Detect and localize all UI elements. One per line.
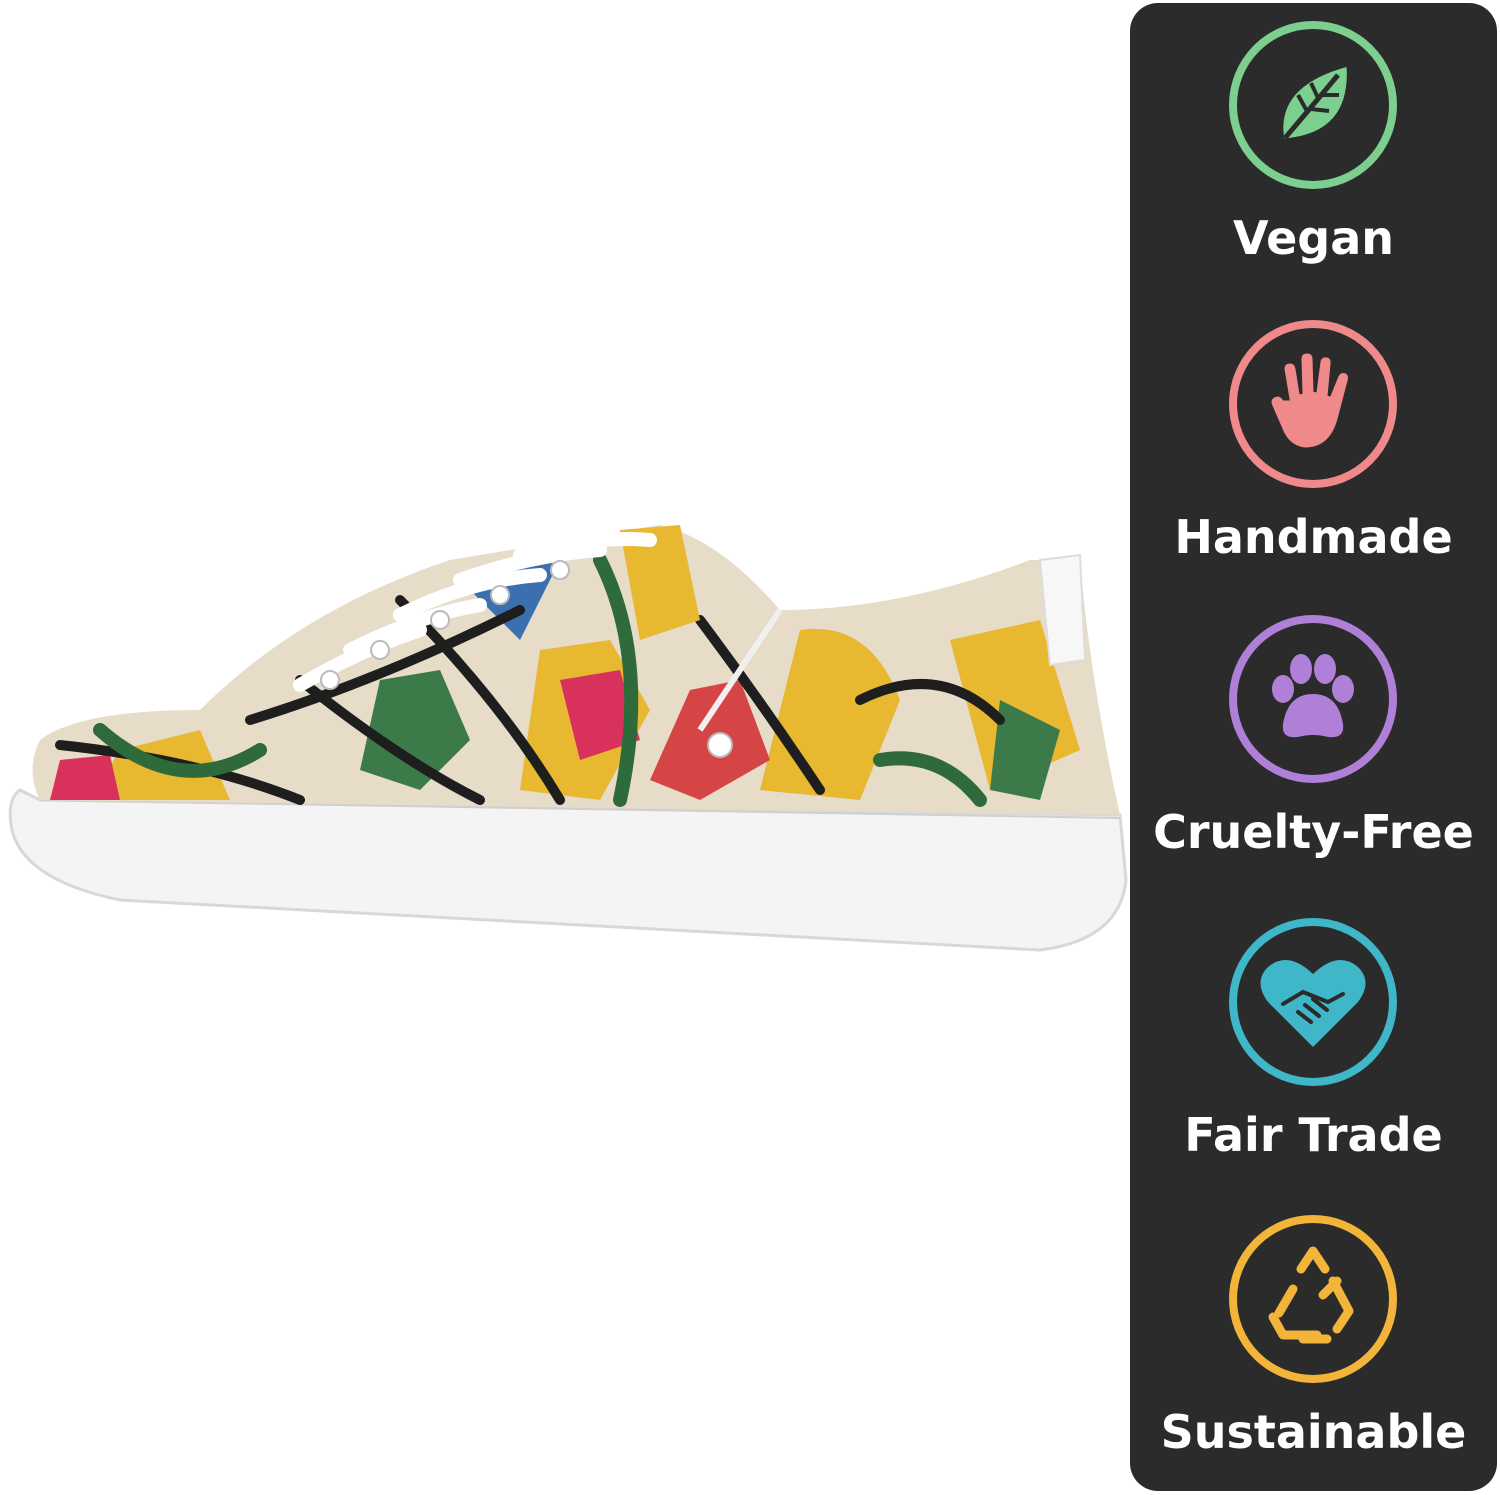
badge-handmade: Handmade [1130,320,1497,580]
badge-fair-trade: Fair Trade [1130,918,1497,1178]
hand-icon [1268,350,1352,451]
badge-label: Handmade [1174,510,1453,564]
handshake-heart-icon [1260,959,1366,1047]
badge-label: Cruelty-Free [1153,805,1474,859]
badge-label: Fair Trade [1184,1108,1443,1162]
paw-icon [1272,654,1354,738]
badge-ring [1229,615,1397,783]
leaf-icon [1280,63,1350,142]
badge-vegan: Vegan [1130,21,1497,281]
badge-sustainable: Sustainable [1130,1215,1497,1475]
badge-ring [1229,918,1397,1086]
badge-label: Sustainable [1160,1405,1467,1459]
product-image-sneaker [0,500,1140,1000]
recycle-icon [1268,1246,1354,1344]
badge-ring [1229,21,1397,189]
badge-ring [1229,320,1397,488]
features-panel: Vegan Handmade Cruelty-Free Fair Trade S… [1130,3,1497,1491]
badge-cruelty-free: Cruelty-Free [1130,615,1497,875]
badge-ring [1229,1215,1397,1383]
badge-label: Vegan [1233,211,1394,265]
